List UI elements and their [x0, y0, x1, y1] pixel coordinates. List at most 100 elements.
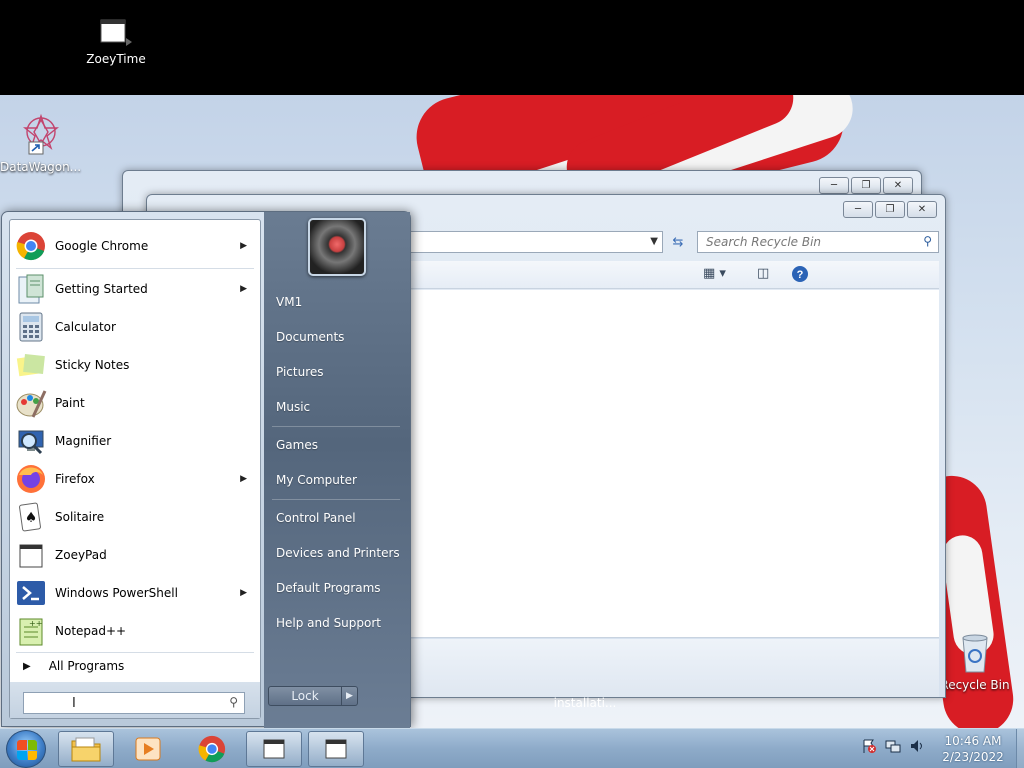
place-vm1[interactable]: VM1	[276, 295, 302, 309]
taskbar-window-button[interactable]	[246, 731, 302, 767]
network-icon[interactable]	[884, 737, 902, 755]
all-programs-button[interactable]: ▶ All Programs	[13, 652, 257, 680]
place-my-computer[interactable]: My Computer	[276, 473, 357, 487]
desktop-icon-datawagon[interactable]: DataWagon...	[0, 112, 81, 174]
taskbar-explorer-button[interactable]	[58, 731, 114, 767]
refresh-icon: ⇆	[672, 234, 684, 250]
program-label: Calculator	[55, 320, 116, 334]
close-button[interactable]: ✕	[907, 201, 937, 218]
preview-pane-icon[interactable]: ◫	[757, 266, 769, 281]
program-getting-started[interactable]: Getting Started ▶	[13, 271, 257, 307]
system-tray	[860, 737, 926, 755]
programs-pane: Google Chrome ▶ Getting Started ▶ Calcul…	[9, 219, 261, 719]
program-label: Windows PowerShell	[55, 586, 178, 600]
minimize-button[interactable]: ─	[843, 201, 873, 218]
taskbar-media-player-button[interactable]	[120, 731, 176, 767]
desktop-icon-recycle-bin[interactable]: Recycle Bin	[940, 630, 1010, 692]
zoeypad-icon	[19, 544, 43, 568]
user-picture[interactable]	[308, 218, 366, 276]
view-options-icon[interactable]: ▦ ▾	[703, 266, 726, 281]
clock-date: 2/23/2022	[942, 750, 1004, 764]
chrome-icon	[16, 232, 45, 261]
start-search-row: I ⚲	[10, 682, 260, 718]
all-programs-label: All Programs	[48, 659, 125, 673]
program-label: Firefox	[55, 472, 95, 486]
action-center-flag-icon[interactable]	[860, 737, 878, 755]
search-input[interactable]: Search Recycle Bin ⚲	[697, 231, 939, 253]
place-control-panel[interactable]: Control Panel	[276, 511, 356, 525]
file-list-pane[interactable]	[407, 290, 939, 638]
chrome-icon	[198, 735, 226, 763]
datawagon-icon	[23, 113, 59, 155]
refresh-button[interactable]: ⇆	[667, 231, 689, 253]
desktop-icon-zoeytime[interactable]: ZoeyTime	[76, 16, 156, 66]
program-windows-powershell[interactable]: Windows PowerShell ▶	[13, 575, 257, 611]
chevron-down-icon[interactable]: ▼	[650, 236, 658, 247]
svg-text:♠: ♠	[25, 510, 38, 526]
volume-icon[interactable]	[908, 737, 926, 755]
command-bar: ▦ ▾ ◫ ?	[407, 261, 939, 289]
recycle-bin-icon	[962, 634, 988, 673]
window-app-icon	[263, 739, 285, 759]
program-calculator[interactable]: Calculator	[13, 309, 257, 345]
maximize-button[interactable]: ❐	[875, 201, 905, 218]
lock-button[interactable]: Lock	[268, 686, 342, 706]
help-icon[interactable]: ?	[791, 265, 809, 283]
start-menu: Google Chrome ▶ Getting Started ▶ Calcul…	[1, 211, 411, 728]
close-button[interactable]: ✕	[883, 177, 913, 194]
solitaire-icon: ♠	[19, 502, 41, 532]
place-default-programs[interactable]: Default Programs	[276, 581, 381, 595]
minimize-icon: ─	[854, 204, 862, 215]
program-sticky-notes[interactable]: Sticky Notes	[13, 347, 257, 383]
search-placeholder: Search Recycle Bin	[706, 235, 822, 249]
start-button[interactable]	[6, 730, 46, 768]
program-magnifier[interactable]: Magnifier	[13, 423, 257, 459]
address-bar[interactable]: ▼	[407, 231, 663, 253]
place-documents[interactable]: Documents	[276, 330, 344, 344]
place-devices-and-printers[interactable]: Devices and Printers	[276, 546, 400, 560]
place-games[interactable]: Games	[276, 438, 318, 452]
desktop-icon-label: ZoeyTime	[86, 52, 146, 66]
program-notepad-plus-plus[interactable]: ++ Notepad++	[13, 613, 257, 649]
program-label: ZoeyPad	[55, 548, 107, 562]
start-search-input[interactable]: I ⚲	[23, 692, 245, 714]
status-text: installati...	[553, 696, 617, 710]
calculator-icon	[19, 312, 43, 342]
restore-icon: ❐	[885, 204, 895, 215]
magnifier-icon	[18, 430, 44, 455]
program-google-chrome[interactable]: Google Chrome ▶	[13, 228, 257, 264]
getting-started-icon	[18, 274, 44, 304]
program-firefox[interactable]: Firefox ▶	[13, 461, 257, 497]
submenu-arrow-icon: ▶	[240, 588, 247, 598]
minimize-button[interactable]: ─	[819, 177, 849, 194]
svg-text:++: ++	[29, 619, 42, 628]
powershell-icon	[17, 581, 45, 605]
program-label: Paint	[55, 396, 85, 410]
caption-buttons: ─ ❐ ✕	[843, 201, 937, 218]
program-paint[interactable]: Paint	[13, 385, 257, 421]
text-cursor-icon: I	[72, 696, 76, 711]
taskbar: 10:46 AM 2/23/2022	[0, 728, 1024, 768]
maximize-button[interactable]: ❐	[851, 177, 881, 194]
sticky-notes-icon	[16, 354, 45, 377]
taskbar-window-button[interactable]	[308, 731, 364, 767]
program-label: Google Chrome	[55, 239, 149, 253]
submenu-arrow-icon: ▶	[240, 241, 247, 251]
svg-text:?: ?	[797, 269, 804, 281]
submenu-arrow-icon: ▶	[240, 284, 247, 294]
search-icon: ⚲	[229, 695, 238, 709]
program-zoeypad[interactable]: ZoeyPad	[13, 537, 257, 573]
show-desktop-button[interactable]	[1016, 729, 1024, 768]
place-music[interactable]: Music	[276, 400, 310, 414]
place-help-and-support[interactable]: Help and Support	[276, 616, 381, 630]
program-solitaire[interactable]: ♠ Solitaire	[13, 499, 257, 535]
taskbar-clock[interactable]: 10:46 AM 2/23/2022	[936, 733, 1010, 765]
folder-icon	[71, 737, 101, 762]
taskbar-chrome-button[interactable]	[184, 731, 240, 767]
program-label: Notepad++	[55, 624, 127, 638]
chevron-right-icon: ▶	[23, 660, 31, 672]
place-pictures[interactable]: Pictures	[276, 365, 324, 379]
power-options-button[interactable]: ▶	[342, 686, 358, 706]
media-player-icon	[135, 737, 161, 761]
chevron-right-icon: ▶	[346, 691, 353, 701]
